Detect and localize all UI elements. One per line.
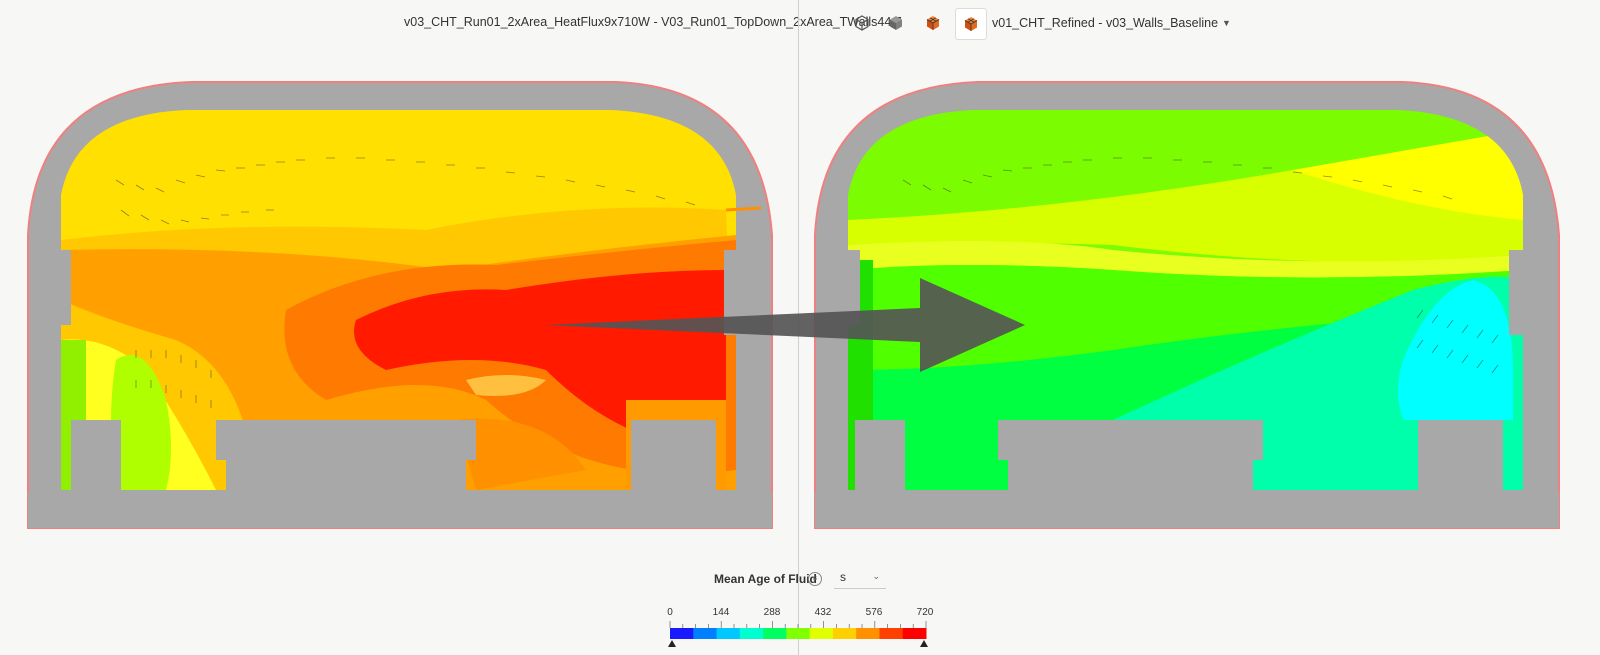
colorbar-swatch — [856, 628, 880, 639]
mesh-cube-active-icon[interactable] — [955, 8, 987, 40]
colorbar-swatch — [809, 628, 834, 639]
left-block-3 — [631, 420, 716, 495]
colorbar-tick-labels: 0 144 288 432 576 720 — [667, 607, 933, 619]
mesh-cube-icon[interactable] — [922, 12, 944, 34]
colorbar-tick-label: 720 — [916, 607, 934, 618]
right-block-1 — [855, 420, 905, 495]
cube-solid-icon[interactable] — [885, 12, 907, 34]
info-icon[interactable]: ≡ — [808, 572, 822, 586]
colorbar-swatch — [670, 628, 694, 639]
colorbar-tick-label: 288 — [763, 607, 781, 618]
range-min-handle-icon[interactable] — [668, 640, 676, 647]
cube-outline-icon[interactable] — [851, 12, 873, 34]
right-simulation-select[interactable]: v01_CHT_Refined - v03_Walls_Baseline ▼ — [988, 11, 1235, 35]
unit-value: s — [840, 569, 846, 584]
right-block-3 — [1418, 420, 1503, 495]
colorbar-swatch — [763, 628, 787, 639]
colorbar — [668, 619, 928, 649]
colorbar-swatch — [716, 628, 741, 639]
left-block-2 — [216, 420, 476, 495]
colorbar-swatch — [786, 628, 811, 639]
left-simulation-label[interactable]: v03_CHT_Run01_2xArea_HeatFlux9x710W - V0… — [404, 15, 902, 29]
legend-title: Mean Age of Fluid — [714, 572, 817, 586]
left-block-1 — [71, 420, 121, 495]
colorbar-swatch — [693, 628, 718, 639]
range-max-handle-icon[interactable] — [920, 640, 928, 647]
colorbar-swatch — [902, 628, 927, 639]
unit-select[interactable]: s ⌄ — [834, 565, 886, 589]
colorbar-swatch — [879, 628, 904, 639]
comparison-arrow-icon — [545, 278, 1025, 372]
right-block-2 — [998, 420, 1263, 495]
colorbar-tick-label: 0 — [667, 607, 673, 618]
colorbar-tick-label: 432 — [814, 607, 832, 618]
colorbar-tick-label: 576 — [865, 607, 883, 618]
colorbar-swatch — [832, 628, 857, 639]
comparison-toolbar: v03_CHT_Run01_2xArea_HeatFlux9x710W - V0… — [0, 0, 1600, 46]
colorbar-swatch — [739, 628, 764, 639]
chevron-down-icon: ▼ — [1222, 18, 1231, 28]
chevron-down-icon: ⌄ — [872, 571, 880, 581]
colorbar-tick-label: 144 — [712, 607, 730, 618]
right-simulation-label: v01_CHT_Refined - v03_Walls_Baseline — [992, 16, 1219, 30]
